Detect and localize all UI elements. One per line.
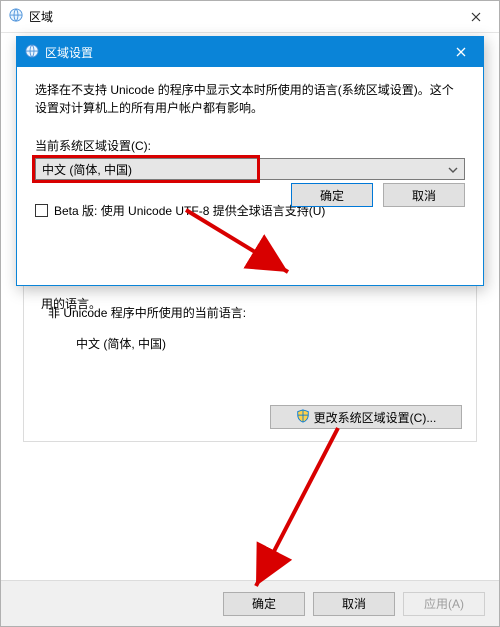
dialog-body: 选择在不支持 Unicode 的程序中显示文本时所使用的语言(系统区域设置)。这… <box>17 67 483 219</box>
outer-cancel-label: 取消 <box>342 595 366 612</box>
current-language-label: 非 Unicode 程序中所使用的当前语言: <box>48 304 462 321</box>
outer-titlebar: 区域 <box>1 1 499 33</box>
dialog-cancel-label: 取消 <box>412 187 436 204</box>
globe-icon <box>9 8 23 25</box>
current-language-value: 中文 (简体, 中国) <box>76 335 462 352</box>
outer-close-button[interactable] <box>453 1 499 33</box>
dialog-buttons: 确定 取消 <box>291 183 465 207</box>
close-icon <box>456 47 466 57</box>
dialog-ok-label: 确定 <box>320 187 344 204</box>
dialog-close-button[interactable] <box>439 37 483 67</box>
outer-ok-label: 确定 <box>252 595 276 612</box>
outer-ok-button[interactable]: 确定 <box>223 592 305 616</box>
combo-label: 当前系统区域设置(C): <box>35 137 465 154</box>
system-locale-combobox[interactable]: 中文 (简体, 中国) <box>35 158 465 180</box>
region-settings-dialog: 区域设置 选择在不支持 Unicode 的程序中显示文本时所使用的语言(系统区域… <box>16 36 484 286</box>
outer-apply-button[interactable]: 应用(A) <box>403 592 485 616</box>
dialog-ok-button[interactable]: 确定 <box>291 183 373 207</box>
combo-wrap: 中文 (简体, 中国) <box>35 158 465 180</box>
utf8-checkbox-label: Beta 版: 使用 Unicode UTF-8 提供全球语言支持(U) <box>54 202 325 219</box>
outer-footer: 确定 取消 应用(A) <box>1 580 499 626</box>
chevron-down-icon <box>448 162 458 176</box>
dialog-cancel-button[interactable]: 取消 <box>383 183 465 207</box>
globe-icon <box>25 44 39 61</box>
outer-cancel-button[interactable]: 取消 <box>313 592 395 616</box>
dialog-description: 选择在不支持 Unicode 的程序中显示文本时所使用的语言(系统区域设置)。这… <box>35 81 465 117</box>
utf8-checkbox[interactable] <box>35 204 48 217</box>
shield-icon <box>296 409 310 426</box>
outer-apply-label: 应用(A) <box>424 595 464 612</box>
outer-title: 区域 <box>29 8 453 25</box>
dialog-titlebar: 区域设置 <box>17 37 483 67</box>
close-icon <box>471 12 481 22</box>
dialog-title: 区域设置 <box>45 44 439 61</box>
combo-value: 中文 (简体, 中国) <box>42 161 132 178</box>
change-system-locale-label: 更改系统区域设置(C)... <box>314 409 437 426</box>
change-system-locale-button[interactable]: 更改系统区域设置(C)... <box>270 405 462 429</box>
non-unicode-group: 非 Unicode 程序中所使用的当前语言: 中文 (简体, 中国) 更改系统区… <box>23 267 477 442</box>
